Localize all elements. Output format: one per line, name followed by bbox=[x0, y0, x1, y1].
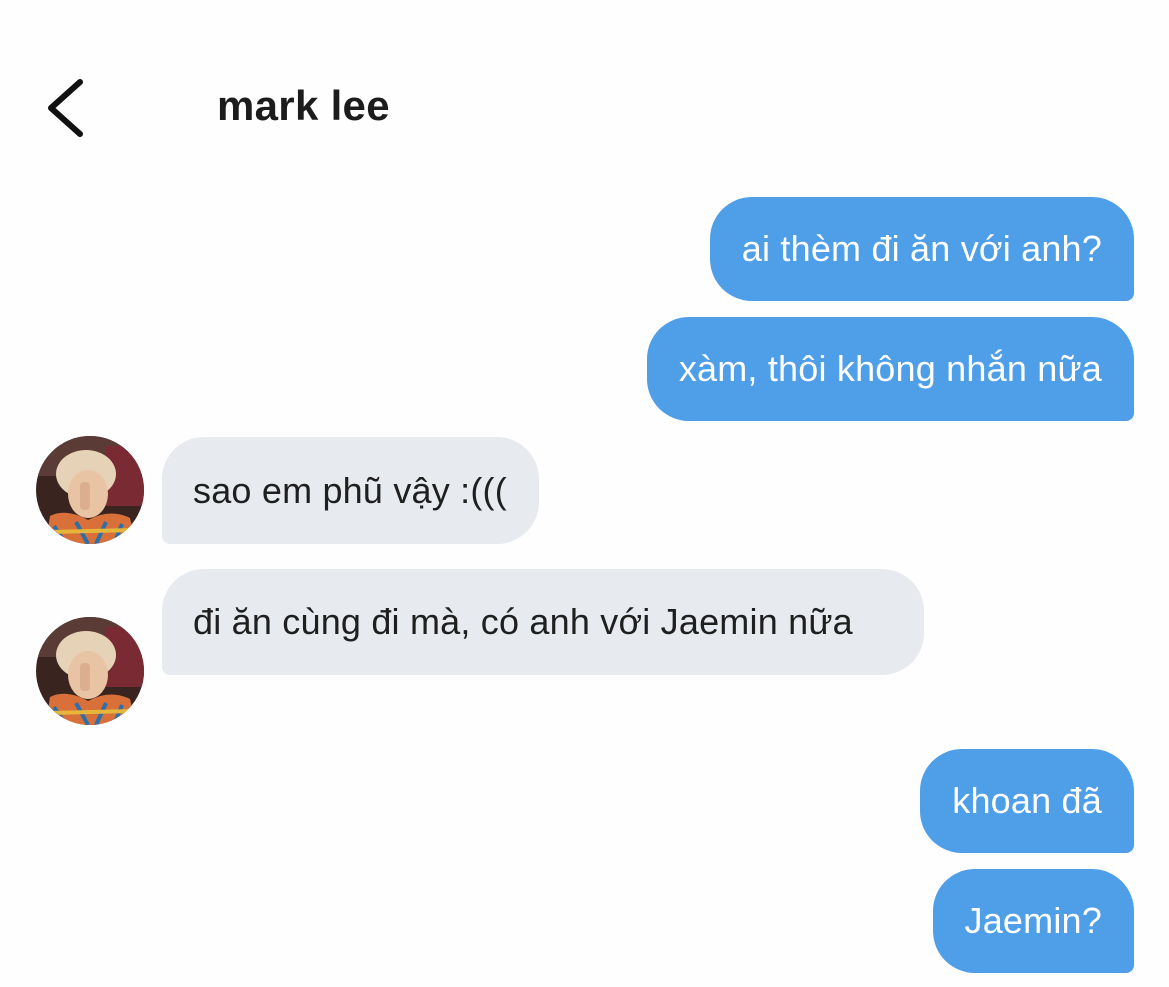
contact-name: mark lee bbox=[217, 82, 390, 129]
message-bubble-sent[interactable]: xàm, thôi không nhắn nữa bbox=[646, 317, 1134, 421]
message-bubble-received[interactable]: đi ăn cùng đi mà, có anh với Jaemin nữa bbox=[162, 569, 924, 675]
chat-screen: mark lee ai thèm đi ăn với anh? xàm, thô… bbox=[0, 0, 1169, 987]
message-bubble-sent[interactable]: khoan đã bbox=[920, 749, 1134, 853]
message-bubble-sent[interactable]: Jaemin? bbox=[932, 869, 1134, 973]
back-button[interactable] bbox=[30, 70, 100, 146]
avatar[interactable] bbox=[36, 617, 144, 725]
message-bubble-sent[interactable]: ai thèm đi ăn với anh? bbox=[709, 197, 1134, 301]
message-bubble-received[interactable]: sao em phũ vậy :((( bbox=[162, 437, 539, 544]
chevron-left-icon bbox=[48, 79, 83, 137]
chat-header: mark lee bbox=[0, 0, 1169, 170]
avatar[interactable] bbox=[36, 436, 144, 544]
